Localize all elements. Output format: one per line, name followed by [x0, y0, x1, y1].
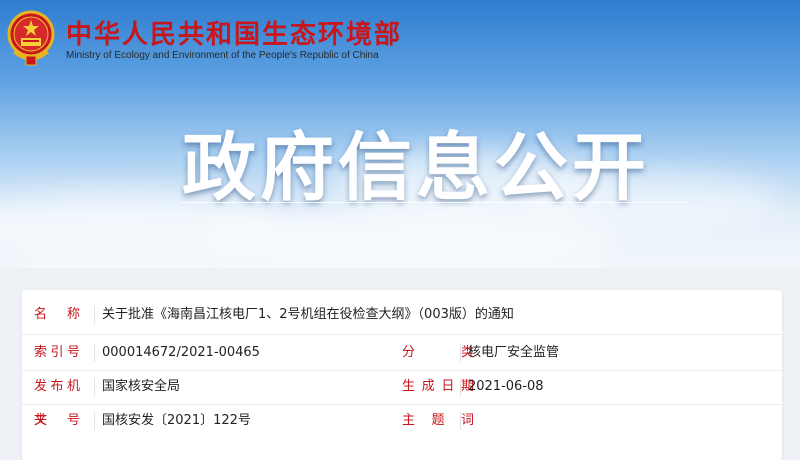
- name-value: 关于批准《海南昌江核电厂1、2号机组在役检查大纲》（003版）的通知: [102, 307, 514, 322]
- cloud-decoration: [200, 210, 620, 268]
- column-divider: [94, 344, 95, 362]
- ministry-name-en[interactable]: Ministry of Ecology and Environment of t…: [66, 50, 379, 61]
- docno-value: 国核安发〔2021〕122号: [102, 413, 251, 428]
- info-row-issuer: 发布机关 国家核安全局 生成日期 2021-06-08: [22, 370, 782, 428]
- row-divider: [22, 334, 782, 335]
- column-divider: [460, 378, 461, 396]
- national-emblem-icon[interactable]: [6, 8, 56, 68]
- column-divider: [94, 378, 95, 396]
- index-label: 索引号: [34, 345, 80, 360]
- date-label: 生成日期: [402, 379, 474, 394]
- header-banner: 中华人民共和国生态环境部 Ministry of Ecology and Env…: [0, 0, 800, 268]
- keywords-label: 主题词: [402, 413, 474, 428]
- docno-label: 文 号: [34, 413, 80, 428]
- column-divider: [460, 344, 461, 362]
- info-row-name: 名 称 关于批准《海南昌江核电厂1、2号机组在役检查大纲》（003版）的通知: [22, 298, 782, 332]
- issuer-label: 发布机关: [34, 379, 80, 428]
- category-label: 分 类: [402, 345, 474, 360]
- banner-title: 政府信息公开: [182, 125, 650, 211]
- ministry-name-cn[interactable]: 中华人民共和国生态环境部: [66, 14, 402, 51]
- info-row-docno: 文 号 国核安发〔2021〕122号 主题词: [22, 404, 782, 438]
- date-value: 2021-06-08: [468, 379, 544, 394]
- category-value: 核电厂安全监管: [468, 345, 560, 360]
- document-info-card: 名 称 关于批准《海南昌江核电厂1、2号机组在役检查大纲》（003版）的通知 索…: [22, 290, 782, 460]
- banner-divider: [180, 202, 688, 203]
- issuer-value: 国家核安全局: [102, 379, 181, 394]
- column-divider: [460, 412, 461, 430]
- column-divider: [94, 306, 95, 324]
- column-divider: [94, 412, 95, 430]
- name-label: 名 称: [34, 307, 80, 322]
- index-value: 000014672/2021-00465: [102, 345, 260, 360]
- info-row-index: 索引号 000014672/2021-00465 分 类 核电厂安全监管: [22, 336, 782, 370]
